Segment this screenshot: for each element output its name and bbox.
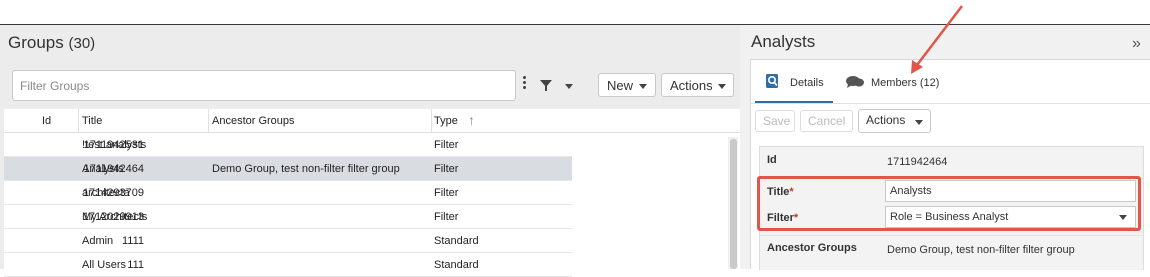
- row-type: Standard: [434, 259, 479, 271]
- id-label: Id: [767, 154, 777, 166]
- tab-details-label: Details: [790, 77, 824, 89]
- more-options-icon[interactable]: [522, 76, 528, 92]
- new-button[interactable]: New: [598, 73, 656, 97]
- row-id: 1111: [121, 235, 144, 247]
- row-type: Standard: [434, 235, 479, 247]
- table-header: Id Title Ancestor Groups Type ↑: [4, 109, 740, 133]
- new-button-label: New: [607, 78, 634, 93]
- detail-actions-button[interactable]: Actions: [858, 109, 931, 133]
- id-value: 1711942464: [887, 156, 948, 168]
- row-type: Filter: [434, 163, 459, 175]
- table-row[interactable]: 1712029913 My Architects Filter: [4, 205, 572, 229]
- row-title: My Architects: [82, 211, 148, 223]
- groups-count: (30): [68, 35, 96, 52]
- detail-card: Details Members (12) Save Cancel Actions…: [750, 59, 1150, 270]
- tab-members-label: Members (12): [871, 77, 940, 89]
- filter-dropdown-caret-icon[interactable]: [565, 84, 573, 89]
- tab-divider: [751, 103, 1150, 104]
- row-title: architecta: [82, 187, 130, 199]
- filter-groups-input[interactable]: Filter Groups: [12, 70, 516, 101]
- scrollbar-thumb[interactable]: [730, 139, 737, 269]
- highlight-box-annotation: [757, 176, 1141, 231]
- detail-actions-caret-icon: [915, 120, 923, 125]
- column-divider[interactable]: [78, 109, 79, 133]
- actions-button-label: Actions: [670, 78, 713, 93]
- save-button[interactable]: Save: [755, 110, 795, 132]
- row-type: Filter: [434, 187, 459, 199]
- column-divider[interactable]: [208, 109, 209, 133]
- collapse-panel-icon[interactable]: »: [1132, 35, 1141, 53]
- row-title: !test analysts: [82, 139, 147, 151]
- table-row[interactable]: 111 All Users Standard: [4, 253, 572, 277]
- table-row[interactable]: 1714293709 architecta Filter: [4, 181, 572, 205]
- cancel-button[interactable]: Cancel: [800, 110, 853, 132]
- column-divider[interactable]: [431, 109, 432, 133]
- actions-caret-icon: [718, 84, 726, 89]
- row-type: Filter: [434, 139, 459, 151]
- groups-title: Groups (30): [8, 33, 95, 53]
- row-ancestor: Demo Group, test non-filter filter group: [212, 163, 400, 175]
- column-header-id[interactable]: Id: [42, 115, 51, 127]
- new-caret-icon: [639, 84, 647, 89]
- ancestor-groups-label: Ancestor Groups: [767, 242, 857, 254]
- groups-table: Id Title Ancestor Groups Type ↑ 17119425…: [4, 109, 740, 277]
- form-divider: [760, 235, 1143, 236]
- table-row[interactable]: 1111 Admin Standard: [4, 229, 572, 253]
- ancestor-groups-value: Demo Group, test non-filter filter group: [887, 244, 1075, 256]
- row-title: All Users: [82, 259, 127, 271]
- column-header-ancestor[interactable]: Ancestor Groups: [212, 115, 295, 127]
- tab-details[interactable]: Details: [755, 60, 833, 104]
- row-title: Admin: [82, 235, 114, 247]
- table-row[interactable]: 1711942531 !test analysts Filter: [4, 133, 572, 157]
- row-id: 111: [127, 259, 144, 271]
- filter-icon-stem: [545, 86, 547, 91]
- members-chat-icon: [846, 76, 864, 88]
- detail-actions-label: Actions: [866, 113, 906, 127]
- tab-members[interactable]: Members (12): [843, 60, 953, 104]
- row-type: Filter: [434, 211, 459, 223]
- column-header-title[interactable]: Title: [82, 115, 102, 127]
- column-header-type[interactable]: Type: [434, 115, 458, 127]
- detail-panel: Analysts » Details Members (12) Save Can…: [740, 25, 1150, 270]
- details-icon: [766, 74, 778, 88]
- sort-ascending-icon[interactable]: ↑: [468, 112, 475, 128]
- groups-panel: Groups (30) Filter Groups New Actions Id…: [0, 25, 740, 277]
- detail-title: Analysts: [751, 32, 816, 51]
- actions-button[interactable]: Actions: [661, 73, 734, 97]
- table-row-selected[interactable]: 1711942464 Analysts Demo Group, test non…: [4, 157, 572, 181]
- row-title: Analysts: [82, 163, 124, 175]
- groups-title-label: Groups: [8, 33, 64, 52]
